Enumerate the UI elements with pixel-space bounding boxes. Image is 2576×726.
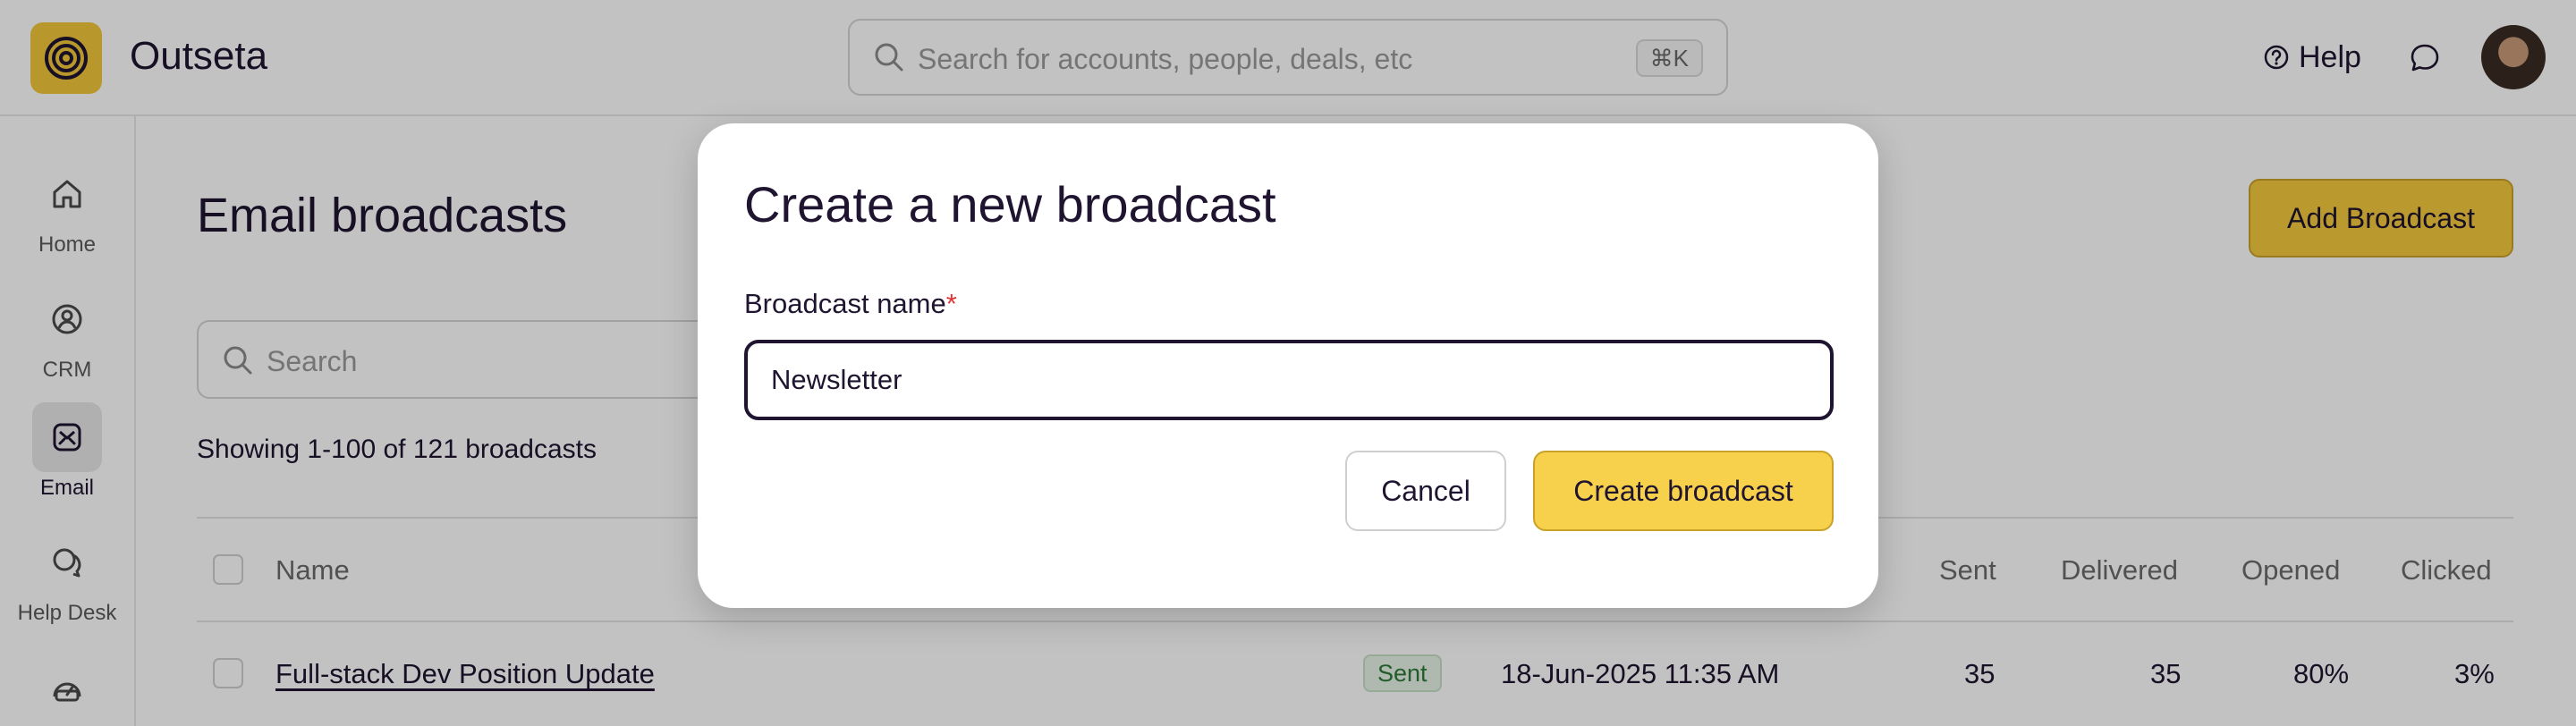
create-broadcast-button[interactable]: Create broadcast — [1533, 451, 1834, 531]
broadcast-name-input[interactable] — [744, 340, 1834, 420]
dialog-title: Create a new broadcast — [744, 176, 1276, 232]
required-marker: * — [945, 288, 957, 319]
field-label-text: Broadcast name — [744, 288, 946, 319]
broadcast-name-label: Broadcast name* — [744, 288, 957, 320]
cancel-button[interactable]: Cancel — [1345, 451, 1506, 531]
create-broadcast-dialog: Create a new broadcast Broadcast name* C… — [698, 123, 1878, 608]
